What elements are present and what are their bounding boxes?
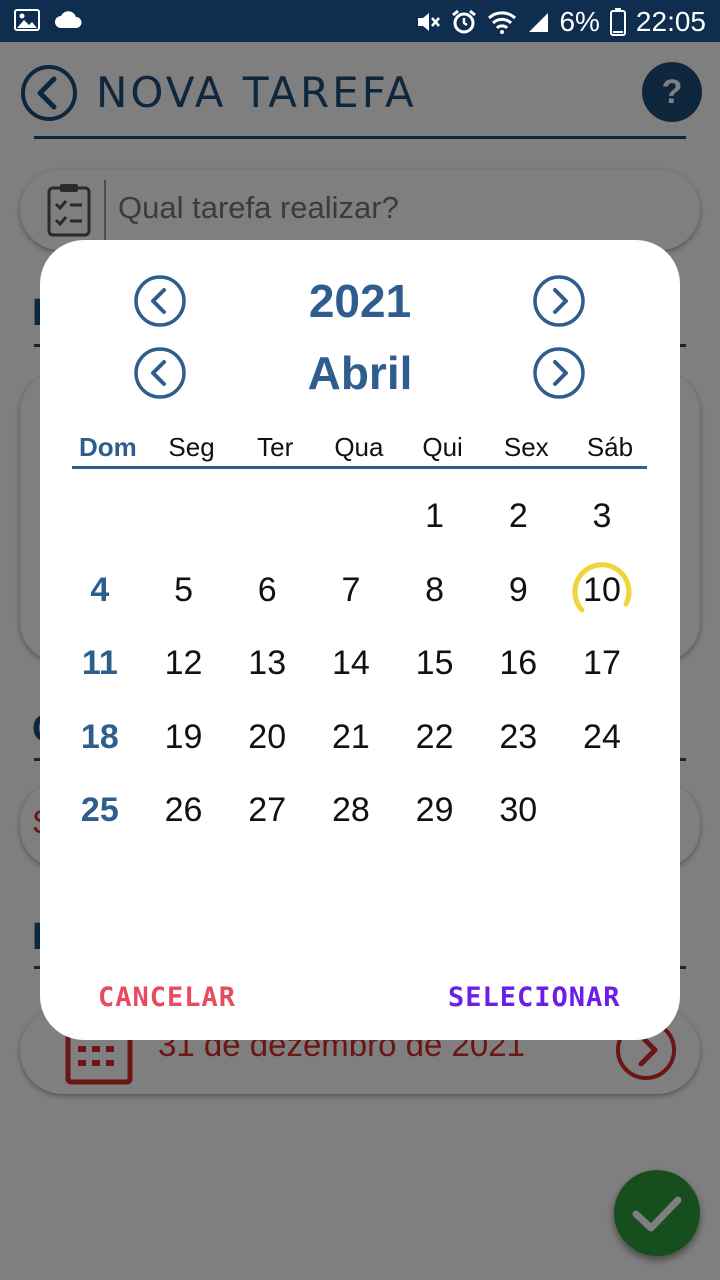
calendar-day[interactable]: 23 (476, 701, 560, 775)
calendar-day-empty (58, 480, 142, 554)
battery-percent: 6% (559, 6, 600, 37)
gallery-notification-icon (14, 9, 40, 31)
calendar-day-empty (309, 480, 393, 554)
calendar-day-number: 10 (583, 570, 621, 609)
next-month-button[interactable] (532, 346, 586, 400)
select-button[interactable]: SELECIONAR (448, 982, 621, 1013)
signal-icon (527, 11, 549, 33)
calendar-day[interactable]: 5 (142, 554, 226, 628)
status-bar: 6% 22:05 (0, 0, 720, 42)
calendar-day[interactable]: 6 (225, 554, 309, 628)
calendar-day-selected[interactable]: 10 (560, 554, 644, 628)
calendar-day[interactable]: 24 (560, 701, 644, 775)
calendar-day[interactable]: 12 (142, 627, 226, 701)
calendar-day[interactable]: 8 (393, 554, 477, 628)
weekday-label: Seg (168, 432, 215, 462)
battery-icon (609, 8, 626, 36)
wifi-icon (487, 10, 517, 34)
weekday-label: Qui (422, 432, 463, 462)
calendar-week: 1 2 3 (58, 480, 644, 554)
calendar-day-empty (142, 480, 226, 554)
calendar-week: 4 5 6 7 8 9 10 (58, 554, 644, 628)
weekday-label: Qua (334, 432, 384, 462)
weekday-label: Ter (257, 432, 294, 462)
calendar-day[interactable]: 20 (225, 701, 309, 775)
calendar-day[interactable]: 27 (225, 774, 309, 848)
alarm-icon (451, 9, 477, 35)
calendar-day[interactable]: 15 (393, 627, 477, 701)
calendar-day-sunday[interactable]: 18 (58, 701, 142, 775)
calendar-week: 11 12 13 14 15 16 17 (58, 627, 644, 701)
weekday-label: Sáb (586, 432, 634, 462)
status-right-icons: 6% 22:05 (415, 6, 706, 38)
calendar-grid: 1 2 3 4 5 6 7 8 9 10 11 12 13 14 15 16 1… (58, 480, 644, 848)
calendar-day[interactable]: 26 (142, 774, 226, 848)
mute-icon (415, 9, 441, 35)
clock-time: 22:05 (635, 6, 706, 37)
calendar-day[interactable]: 9 (476, 554, 560, 628)
calendar-day[interactable]: 29 (393, 774, 477, 848)
calendar-day[interactable]: 21 (309, 701, 393, 775)
calendar-day-sunday[interactable]: 25 (58, 774, 142, 848)
calendar-day[interactable]: 17 (560, 627, 644, 701)
date-picker-dialog: 2021 Abril Dom Seg Ter Qua Qui Sex Sáb 1… (40, 240, 680, 1040)
calendar-day[interactable]: 13 (225, 627, 309, 701)
calendar-day[interactable]: 30 (476, 774, 560, 848)
calendar-day[interactable]: 2 (476, 480, 560, 554)
calendar-day[interactable]: 7 (309, 554, 393, 628)
calendar-day[interactable]: 1 (393, 480, 477, 554)
calendar-day[interactable]: 14 (309, 627, 393, 701)
calendar-week: 25 26 27 28 29 30 (58, 774, 644, 848)
status-left-icons (14, 9, 82, 31)
calendar-day-sunday[interactable]: 11 (58, 627, 142, 701)
weekday-header: Dom Seg Ter Qua Qui Sex Sáb (66, 432, 652, 463)
cloud-notification-icon (54, 11, 82, 29)
calendar-day[interactable]: 19 (142, 701, 226, 775)
weekday-label: Dom (78, 432, 137, 462)
weekday-divider (72, 466, 647, 469)
next-year-button[interactable] (532, 274, 586, 328)
calendar-day[interactable]: 28 (309, 774, 393, 848)
cancel-button[interactable]: CANCELAR (98, 982, 236, 1013)
calendar-day[interactable]: 3 (560, 480, 644, 554)
weekday-label: Sex (503, 432, 549, 462)
calendar-day-empty (225, 480, 309, 554)
calendar-day[interactable]: 16 (476, 627, 560, 701)
calendar-day[interactable]: 22 (393, 701, 477, 775)
calendar-day-sunday[interactable]: 4 (58, 554, 142, 628)
calendar-day-empty (560, 774, 644, 848)
calendar-week: 18 19 20 21 22 23 24 (58, 701, 644, 775)
